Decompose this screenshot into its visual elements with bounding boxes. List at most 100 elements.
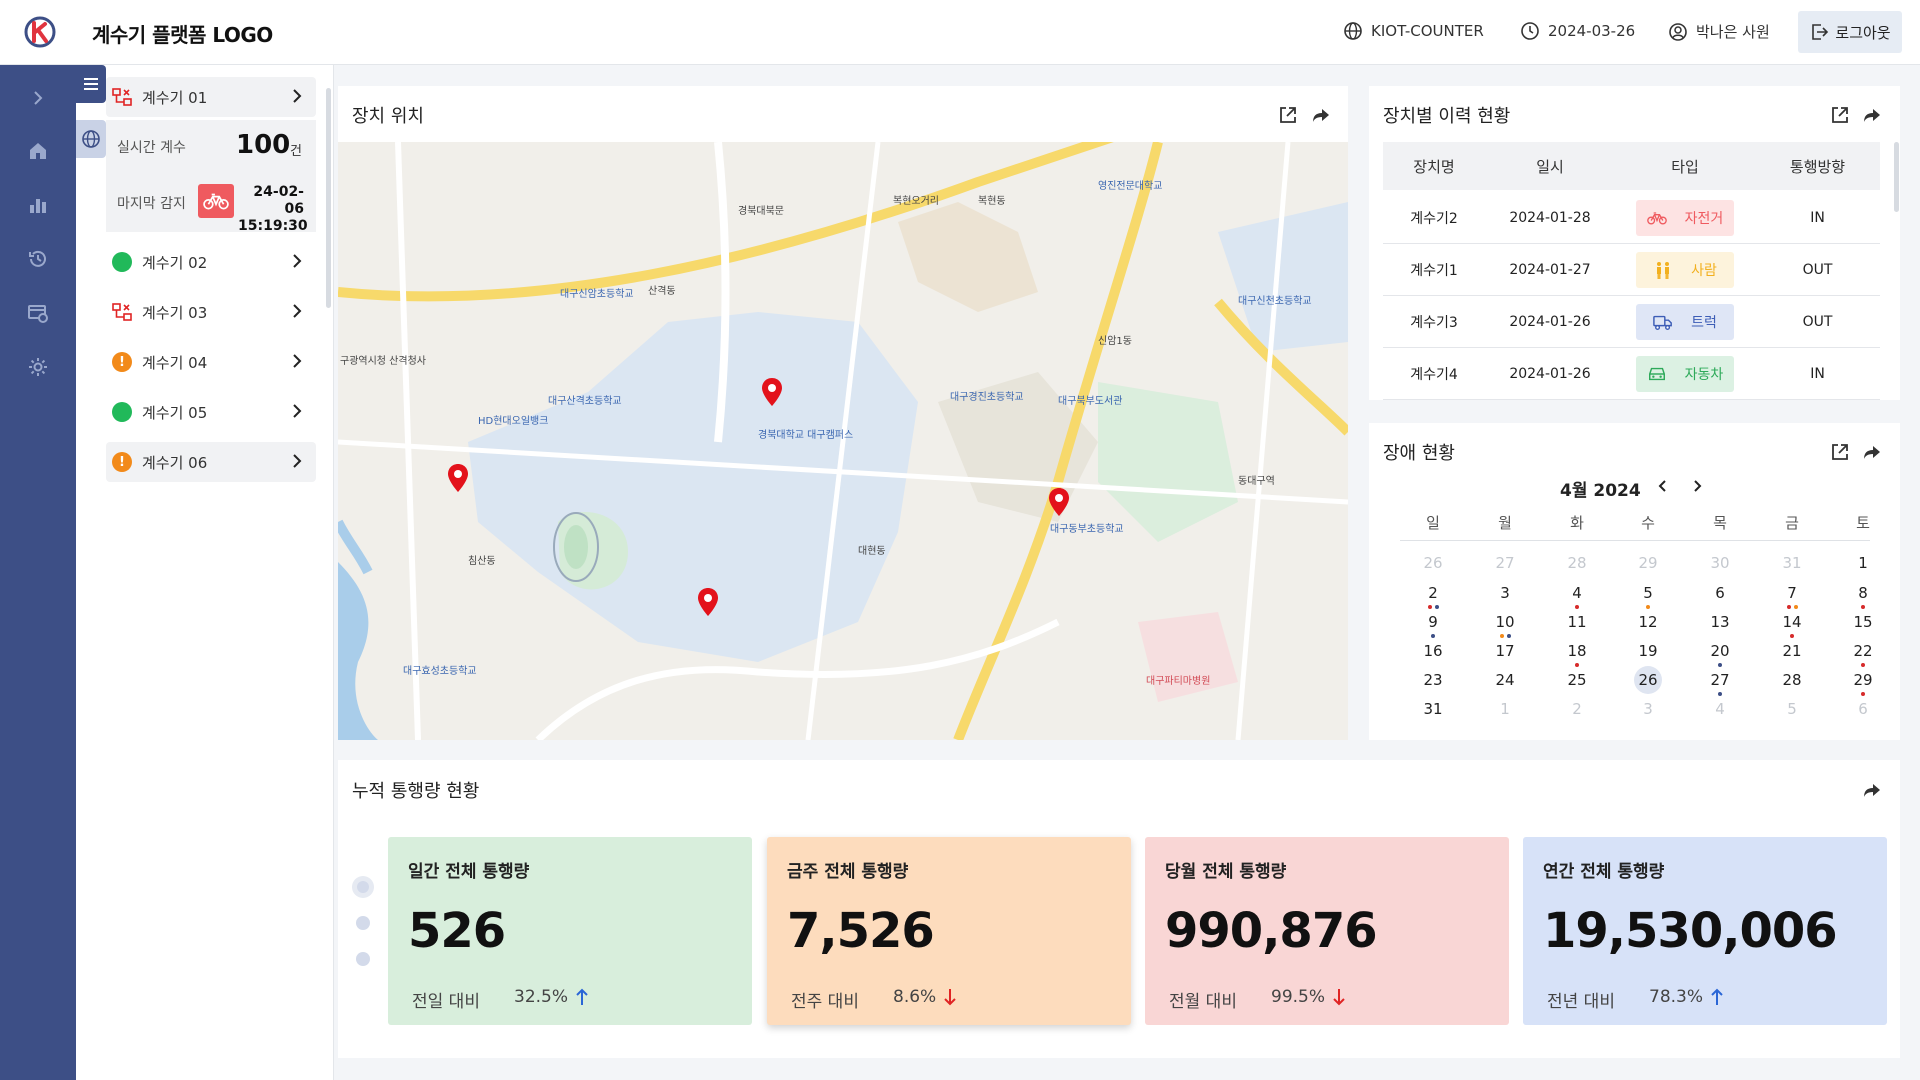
nav-home[interactable] <box>26 139 50 163</box>
failure-dot <box>1431 634 1435 638</box>
share-icon[interactable] <box>1862 442 1882 462</box>
calendar-day[interactable]: 25 <box>1562 668 1592 692</box>
device-item-03[interactable]: 계수기 03 <box>106 292 316 332</box>
table-row[interactable]: 계수기2 2024-01-28 자전거 IN <box>1383 192 1880 244</box>
last-detect-clock: 15:19:30 <box>238 218 308 234</box>
external-link-icon[interactable] <box>1830 105 1850 125</box>
calendar-day[interactable]: 30 <box>1705 551 1735 575</box>
stat-card-monthly[interactable]: 당월 전체 통행량 990,876 전월 대비 99.5% <box>1145 837 1509 1025</box>
calendar-day[interactable]: 5 <box>1633 581 1663 605</box>
calendar-day[interactable]: 9 <box>1418 610 1448 634</box>
stat-card-yearly[interactable]: 연간 전체 통행량 19,530,006 전년 대비 78.3% <box>1523 837 1887 1025</box>
calendar-day[interactable]: 21 <box>1777 639 1807 663</box>
calendar-day[interactable]: 2 <box>1418 581 1448 605</box>
cell-direction: OUT <box>1802 261 1833 278</box>
table-row[interactable]: 계수기4 2024-01-26 자동차 IN <box>1383 348 1880 400</box>
calendar-day[interactable]: 8 <box>1848 581 1878 605</box>
history-table-scrollbar[interactable] <box>1894 142 1899 212</box>
pager-dot[interactable] <box>352 876 374 898</box>
device-label: 계수기 04 <box>142 353 208 372</box>
calendar-day[interactable]: 31 <box>1418 697 1448 721</box>
calendar-day[interactable]: 26 <box>1418 551 1448 575</box>
type-badge: 사람 <box>1636 251 1734 288</box>
calendar-day[interactable]: 12 <box>1633 610 1663 634</box>
expand-rail-button[interactable] <box>26 86 50 110</box>
calendar-day[interactable]: 24 <box>1490 668 1520 692</box>
calendar-day[interactable]: 3 <box>1490 581 1520 605</box>
calendar-divider <box>1400 540 1870 541</box>
user-menu[interactable]: 박나은 사원 <box>1668 21 1770 42</box>
device-item-01[interactable]: 계수기 01 <box>106 77 316 117</box>
calendar-day[interactable]: 18 <box>1562 639 1592 663</box>
status-warning-icon: ! <box>112 452 132 472</box>
history-card-title: 장치별 이력 현황 <box>1383 106 1511 127</box>
calendar-day[interactable]: 3 <box>1633 697 1663 721</box>
calendar-day[interactable]: 4 <box>1705 697 1735 721</box>
calendar-day[interactable]: 1 <box>1848 551 1878 575</box>
calendar-day[interactable]: 2 <box>1562 697 1592 721</box>
nav-settings[interactable] <box>26 355 50 379</box>
device-location-map[interactable]: 대구신암초등학교 경북대학교 대구캠퍼스 대구동부초등학교 대구경진초등학교 구… <box>338 142 1348 740</box>
nav-statistics[interactable] <box>26 193 50 217</box>
table-row[interactable]: 계수기1 2024-01-27 사람 OUT <box>1383 244 1880 296</box>
device-pin-icon[interactable] <box>1049 488 1069 516</box>
device-pin-icon[interactable] <box>762 378 782 406</box>
external-link-icon[interactable] <box>1830 442 1850 462</box>
logout-button[interactable]: 로그아웃 <box>1798 11 1902 53</box>
share-icon[interactable] <box>1862 105 1882 125</box>
calendar-day[interactable]: 10 <box>1490 610 1520 634</box>
calendar-day[interactable]: 11 <box>1562 610 1592 634</box>
calendar-day[interactable]: 14 <box>1777 610 1807 634</box>
calendar-day[interactable]: 31 <box>1777 551 1807 575</box>
calendar-day[interactable]: 13 <box>1705 610 1735 634</box>
calendar-day[interactable]: 19 <box>1633 639 1663 663</box>
next-month-icon[interactable] <box>1689 478 1705 494</box>
calendar-day[interactable]: 28 <box>1777 668 1807 692</box>
map-label: 대구경진초등학교 <box>950 392 1024 403</box>
calendar-day[interactable]: 6 <box>1705 581 1735 605</box>
icon-rail <box>0 65 76 1080</box>
device-item-04[interactable]: ! 계수기 04 <box>106 342 316 382</box>
calendar-day[interactable]: 6 <box>1848 697 1878 721</box>
device-list-scrollbar[interactable] <box>326 88 331 308</box>
menu-toggle-button[interactable] <box>76 65 106 103</box>
device-item-06[interactable]: ! 계수기 06 <box>106 442 316 482</box>
map-view-tab[interactable] <box>76 120 106 158</box>
share-icon[interactable] <box>1311 105 1331 125</box>
weekday-label: 금 <box>1785 514 1799 532</box>
calendar-day[interactable]: 20 <box>1705 639 1735 663</box>
stat-card-daily[interactable]: 일간 전체 통행량 526 전일 대비 32.5% <box>388 837 752 1025</box>
device-pin-icon[interactable] <box>448 464 468 492</box>
stat-value: 19,530,006 <box>1543 903 1838 959</box>
date-display[interactable]: 2024-03-26 <box>1520 21 1635 41</box>
stat-card-weekly[interactable]: 금주 전체 통행량 7,526 전주 대비 8.6% <box>767 837 1131 1025</box>
site-selector[interactable]: KIOT-COUNTER <box>1343 21 1484 41</box>
prev-month-icon[interactable] <box>1655 478 1671 494</box>
table-row[interactable]: 계수기3 2024-01-26 트럭 OUT <box>1383 296 1880 348</box>
calendar-day[interactable]: 29 <box>1848 668 1878 692</box>
calendar-day[interactable]: 23 <box>1418 668 1448 692</box>
calendar-day[interactable]: 17 <box>1490 639 1520 663</box>
calendar-day[interactable]: 15 <box>1848 610 1878 634</box>
calendar-day[interactable]: 27 <box>1705 668 1735 692</box>
external-link-icon[interactable] <box>1278 105 1298 125</box>
calendar-day[interactable]: 16 <box>1418 639 1448 663</box>
device-item-05[interactable]: 계수기 05 <box>106 392 316 432</box>
calendar-day[interactable]: 5 <box>1777 697 1807 721</box>
chevron-right-icon <box>293 404 302 418</box>
pager-dot[interactable] <box>356 916 370 930</box>
calendar-day[interactable]: 4 <box>1562 581 1592 605</box>
nav-history[interactable] <box>26 247 50 271</box>
calendar-day-today[interactable]: 26 <box>1634 666 1662 694</box>
calendar-day[interactable]: 7 <box>1777 581 1807 605</box>
share-icon[interactable] <box>1862 780 1882 800</box>
calendar-day[interactable]: 29 <box>1633 551 1663 575</box>
pager-dot[interactable] <box>356 952 370 966</box>
nav-device-settings[interactable] <box>26 301 50 325</box>
calendar-day[interactable]: 28 <box>1562 551 1592 575</box>
calendar-day[interactable]: 1 <box>1490 697 1520 721</box>
device-item-02[interactable]: 계수기 02 <box>106 242 316 282</box>
calendar-day[interactable]: 27 <box>1490 551 1520 575</box>
device-pin-icon[interactable] <box>698 588 718 616</box>
calendar-day[interactable]: 22 <box>1848 639 1878 663</box>
